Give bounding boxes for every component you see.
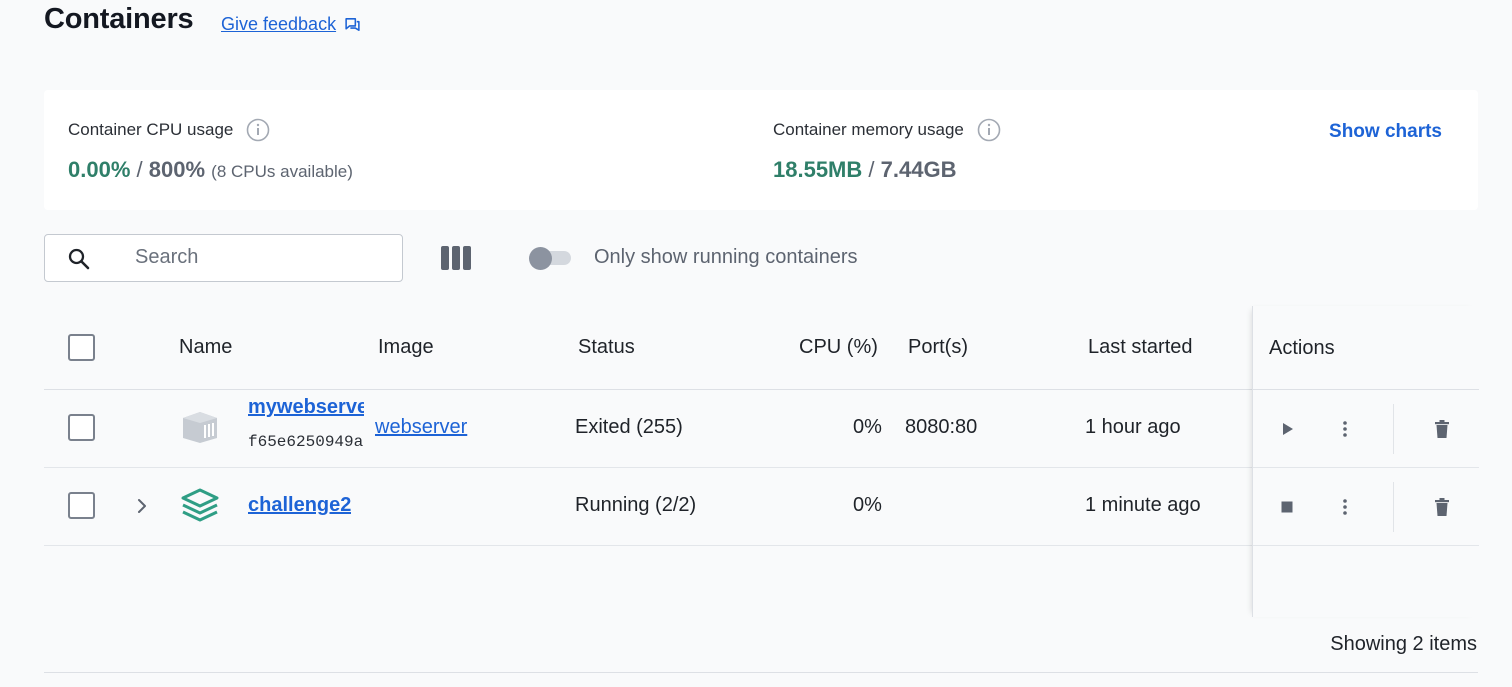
memory-info-icon[interactable] [977,118,1001,142]
memory-total-value: 7.44GB [880,157,957,182]
columns-icon[interactable] [441,246,471,270]
footer-divider [44,672,1478,673]
header-image[interactable]: Image [378,336,434,359]
select-all-checkbox[interactable] [68,334,95,361]
items-count: Showing 2 items [1330,633,1477,655]
memory-usage-label: Container memory usage [773,120,964,139]
cpu-used-value: 0.00% [68,157,131,182]
compose-stack-icon [181,488,219,522]
actions-column: Actions [1252,306,1479,617]
cpu-total-value: 800% [148,157,206,182]
last-started-cell: 1 minute ago [1085,494,1201,516]
cpu-usage-stat: Container CPU usage 0.00% / 800% (8 CPUs… [68,118,353,183]
trash-icon[interactable] [1430,417,1454,441]
row-checkbox[interactable] [68,492,95,519]
container-name-link[interactable]: challenge2 [248,494,351,517]
give-feedback-label: Give feedback [221,14,337,34]
header-cpu[interactable]: CPU (%) [799,336,878,359]
memory-used-value: 18.55MB [773,157,863,182]
header-actions: Actions [1269,337,1335,359]
only-running-toggle[interactable] [529,247,573,270]
header-name[interactable]: Name [179,336,232,359]
cpu-separator: / [136,157,143,182]
only-running-toggle-label: Only show running containers [594,246,858,268]
trash-icon[interactable] [1430,495,1454,519]
row-actions [1253,468,1479,546]
cpu-available-note: (8 CPUs available) [211,162,353,181]
search-field[interactable] [44,234,403,282]
status-cell: Running (2/2) [575,494,697,516]
ports-cell[interactable]: 8080:80 [905,416,977,439]
status-cell: Exited (255) [575,416,683,438]
more-vertical-icon[interactable] [1333,417,1357,441]
row-checkbox[interactable] [68,414,95,441]
cpu-cell: 0% [853,416,882,438]
memory-separator: / [868,157,875,182]
give-feedback-link[interactable]: Give feedback [221,14,361,35]
actions-divider [1393,404,1394,454]
header-ports[interactable]: Port(s) [908,336,968,359]
show-charts-button[interactable]: Show charts [1329,121,1442,143]
more-vertical-icon[interactable] [1333,495,1357,519]
memory-usage-stat: Container memory usage 18.55MB / 7.44GB [773,118,1001,183]
cpu-info-icon[interactable] [246,118,270,142]
search-input[interactable] [135,235,385,280]
last-started-cell: 1 hour ago [1085,416,1181,438]
chat-bubble-icon [345,18,360,31]
search-icon [68,248,90,270]
image-link[interactable]: webserver [375,416,467,439]
container-id: f65e6250949a [248,433,364,451]
actions-divider [1393,482,1394,532]
usage-stats-card: Container CPU usage 0.00% / 800% (8 CPUs… [44,90,1478,210]
chevron-right-icon[interactable] [134,496,150,516]
cpu-cell: 0% [853,494,882,516]
header-last-started[interactable]: Last started [1088,336,1193,359]
header-status[interactable]: Status [578,336,635,359]
page-title: Containers [44,3,194,35]
container-name-link[interactable]: mywebserver [248,396,364,419]
container-icon [183,412,217,443]
stop-icon[interactable] [1275,495,1299,519]
cpu-usage-label: Container CPU usage [68,120,234,139]
row-actions [1253,390,1479,468]
play-icon[interactable] [1275,417,1299,441]
